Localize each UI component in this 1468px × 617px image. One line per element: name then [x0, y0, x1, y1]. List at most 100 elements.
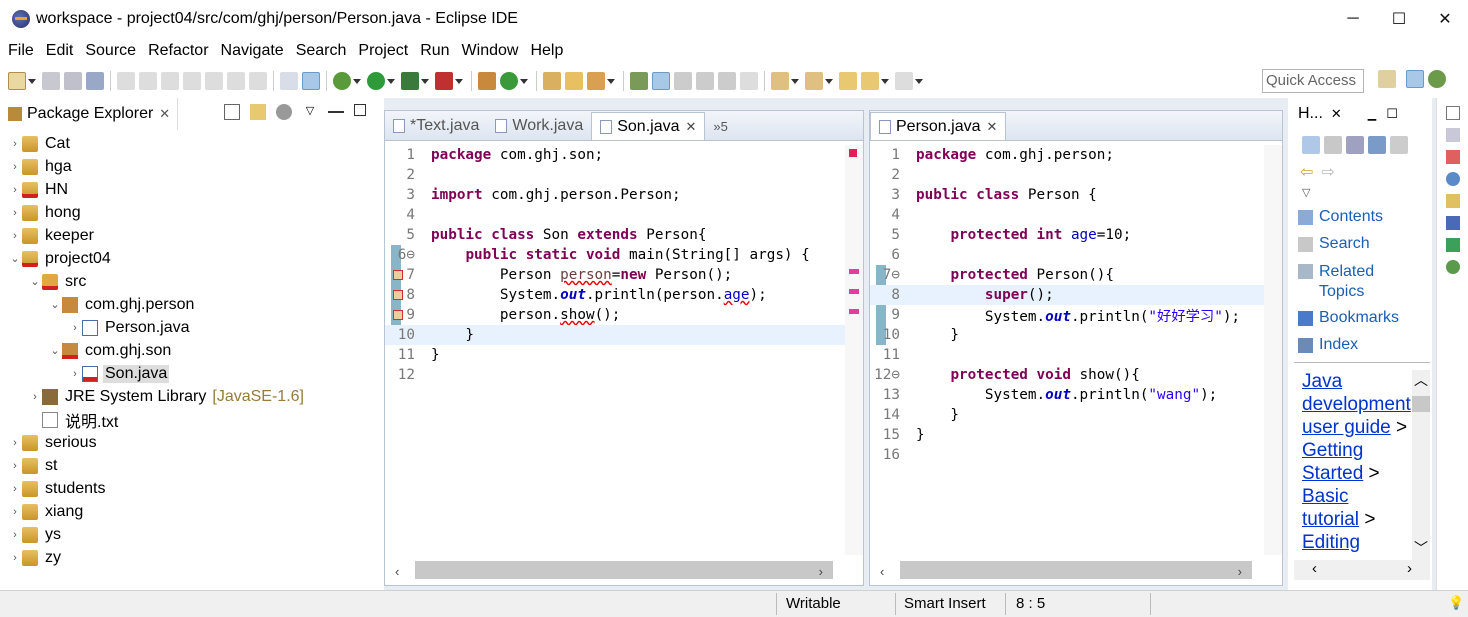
- link-with-editor-icon[interactable]: [250, 104, 266, 120]
- code-line[interactable]: 9 person.show();: [385, 305, 863, 325]
- tree-item[interactable]: › JRE System Library [JavaSE-1.6]: [0, 385, 380, 408]
- annotation-icon[interactable]: [630, 72, 648, 90]
- code-line[interactable]: 3 import com.ghj.person.Person;: [385, 185, 863, 205]
- tab-son-java[interactable]: Son.java ✕: [591, 112, 706, 140]
- forward-icon[interactable]: [895, 72, 913, 90]
- progress-icon[interactable]: [1445, 238, 1460, 252]
- code-line[interactable]: 7 Person person=new Person();: [385, 265, 863, 285]
- help-related-topics-link[interactable]: Related Topics: [1298, 262, 1399, 309]
- tree-item[interactable]: › keeper: [0, 224, 380, 247]
- code-line[interactable]: 10 }: [385, 325, 863, 345]
- code-line[interactable]: 11}: [385, 345, 863, 365]
- tree-item[interactable]: › hga: [0, 155, 380, 178]
- chevron-right-icon[interactable]: ›: [8, 483, 22, 495]
- menu-run[interactable]: Run: [414, 42, 455, 60]
- chevron-right-icon[interactable]: ›: [8, 184, 22, 196]
- run-icon[interactable]: [367, 72, 385, 90]
- menu-search[interactable]: Search: [290, 42, 353, 60]
- error-marker-icon[interactable]: [393, 310, 403, 320]
- word-wrap-icon[interactable]: [718, 72, 736, 90]
- chevron-right-icon[interactable]: ›: [8, 207, 22, 219]
- error-marker[interactable]: [849, 269, 859, 274]
- external-tools-icon[interactable]: [435, 72, 453, 90]
- tree-item[interactable]: › serious: [0, 431, 380, 454]
- error-marker-icon[interactable]: [393, 290, 403, 300]
- resume-icon[interactable]: [117, 72, 135, 90]
- tree-item[interactable]: › Person.java: [0, 316, 380, 339]
- chevron-right-icon[interactable]: ›: [68, 322, 82, 334]
- skip-breakpoints-icon[interactable]: [280, 72, 298, 90]
- scroll-left-icon[interactable]: ‹: [395, 564, 399, 579]
- getting-started-link[interactable]: Getting Started: [1302, 440, 1363, 484]
- menu-edit[interactable]: Edit: [40, 42, 80, 60]
- scroll-right-icon[interactable]: ›: [819, 564, 823, 579]
- chevron-right-icon[interactable]: ›: [8, 230, 22, 242]
- step-return-icon[interactable]: [249, 72, 267, 90]
- vertical-scrollbar[interactable]: [1264, 145, 1282, 555]
- person-code[interactable]: 1 package com.ghj.person; 2 3 public class P…: [870, 145, 1282, 555]
- tree-item[interactable]: › xiang: [0, 500, 380, 523]
- terminate-icon[interactable]: [161, 72, 179, 90]
- debug-icon[interactable]: [333, 72, 351, 90]
- tree-item[interactable]: ⌄ com.ghj.son: [0, 339, 380, 362]
- help-back-icon[interactable]: ⇦: [1300, 162, 1313, 182]
- open-folder-icon[interactable]: [565, 72, 583, 90]
- tip-icon[interactable]: 💡: [1448, 595, 1464, 611]
- code-line[interactable]: 13 System.out.println("wang");: [870, 385, 1282, 405]
- debug-view-icon[interactable]: [1445, 260, 1460, 274]
- menu-refactor[interactable]: Refactor: [142, 42, 214, 60]
- help-horizontal-scrollbar[interactable]: ‹ ›: [1294, 560, 1430, 580]
- menu-window[interactable]: Window: [456, 42, 525, 60]
- menu-file[interactable]: File: [2, 42, 40, 60]
- scroll-down-icon[interactable]: ﹀: [1412, 538, 1430, 558]
- horizontal-scrollbar[interactable]: [900, 561, 1252, 579]
- scroll-thumb[interactable]: [1412, 396, 1430, 412]
- tree-item[interactable]: › ys: [0, 523, 380, 546]
- code-line[interactable]: 8 super();: [870, 285, 1282, 305]
- next-annotation-icon[interactable]: [771, 72, 789, 90]
- show-whitespace-icon[interactable]: [696, 72, 714, 90]
- chevron-down-icon[interactable]: ⌄: [28, 275, 42, 288]
- code-line[interactable]: 2: [870, 165, 1282, 185]
- code-line[interactable]: 5 public class Son extends Person{: [385, 225, 863, 245]
- chevron-down-icon[interactable]: ⌄: [48, 298, 62, 311]
- package-explorer-tab[interactable]: Package Explorer ✕: [0, 98, 178, 130]
- tab-person-java[interactable]: Person.java ✕: [870, 112, 1007, 140]
- toggle-mark-occurrences-icon[interactable]: [302, 72, 320, 90]
- view-menu-icon[interactable]: ▽: [302, 104, 318, 120]
- java-dev-guide-link[interactable]: Java development user guide: [1302, 371, 1411, 438]
- code-line[interactable]: 4: [385, 205, 863, 225]
- quick-access-input[interactable]: Quick Access: [1262, 69, 1364, 93]
- scroll-left-icon[interactable]: ‹: [880, 564, 884, 579]
- new-java-package-icon[interactable]: [478, 72, 496, 90]
- code-line[interactable]: 5 protected int age=10;: [870, 225, 1282, 245]
- help-home-icon[interactable]: [1302, 136, 1320, 154]
- menu-help[interactable]: Help: [524, 42, 569, 60]
- help-forward-icon[interactable]: ⇨: [1321, 162, 1334, 182]
- coverage-icon[interactable]: [401, 72, 419, 90]
- code-line[interactable]: 15}: [870, 425, 1282, 445]
- block-selection-icon[interactable]: [674, 72, 692, 90]
- tree-item[interactable]: › hong: [0, 201, 380, 224]
- scroll-left-icon[interactable]: ‹: [1312, 560, 1317, 580]
- minimize-button[interactable]: ─: [1330, 0, 1376, 38]
- horizontal-scrollbar[interactable]: [415, 561, 833, 579]
- highlight-icon[interactable]: [652, 72, 670, 90]
- help-print-icon[interactable]: [1346, 136, 1364, 154]
- last-edit-location-icon[interactable]: [839, 72, 857, 90]
- pin-icon[interactable]: [86, 72, 104, 90]
- error-marker[interactable]: [849, 289, 859, 294]
- close-icon[interactable]: ✕: [1331, 106, 1342, 122]
- code-line[interactable]: 9 System.out.println("好好学习");: [870, 305, 1282, 325]
- code-line[interactable]: 2: [385, 165, 863, 185]
- scroll-right-icon[interactable]: ›: [1407, 560, 1412, 580]
- editing-link[interactable]: Editing: [1302, 532, 1360, 553]
- tree-item[interactable]: › Son.java: [0, 362, 380, 385]
- debug-perspective-icon[interactable]: [1428, 70, 1446, 88]
- help-search-link[interactable]: Search: [1298, 235, 1399, 262]
- tab-work-java[interactable]: Work.java: [487, 112, 591, 140]
- error-marker[interactable]: [849, 309, 859, 314]
- console-icon[interactable]: [1445, 216, 1460, 230]
- filter-icon[interactable]: [276, 104, 292, 120]
- chevron-down-icon[interactable]: ⌄: [48, 344, 62, 357]
